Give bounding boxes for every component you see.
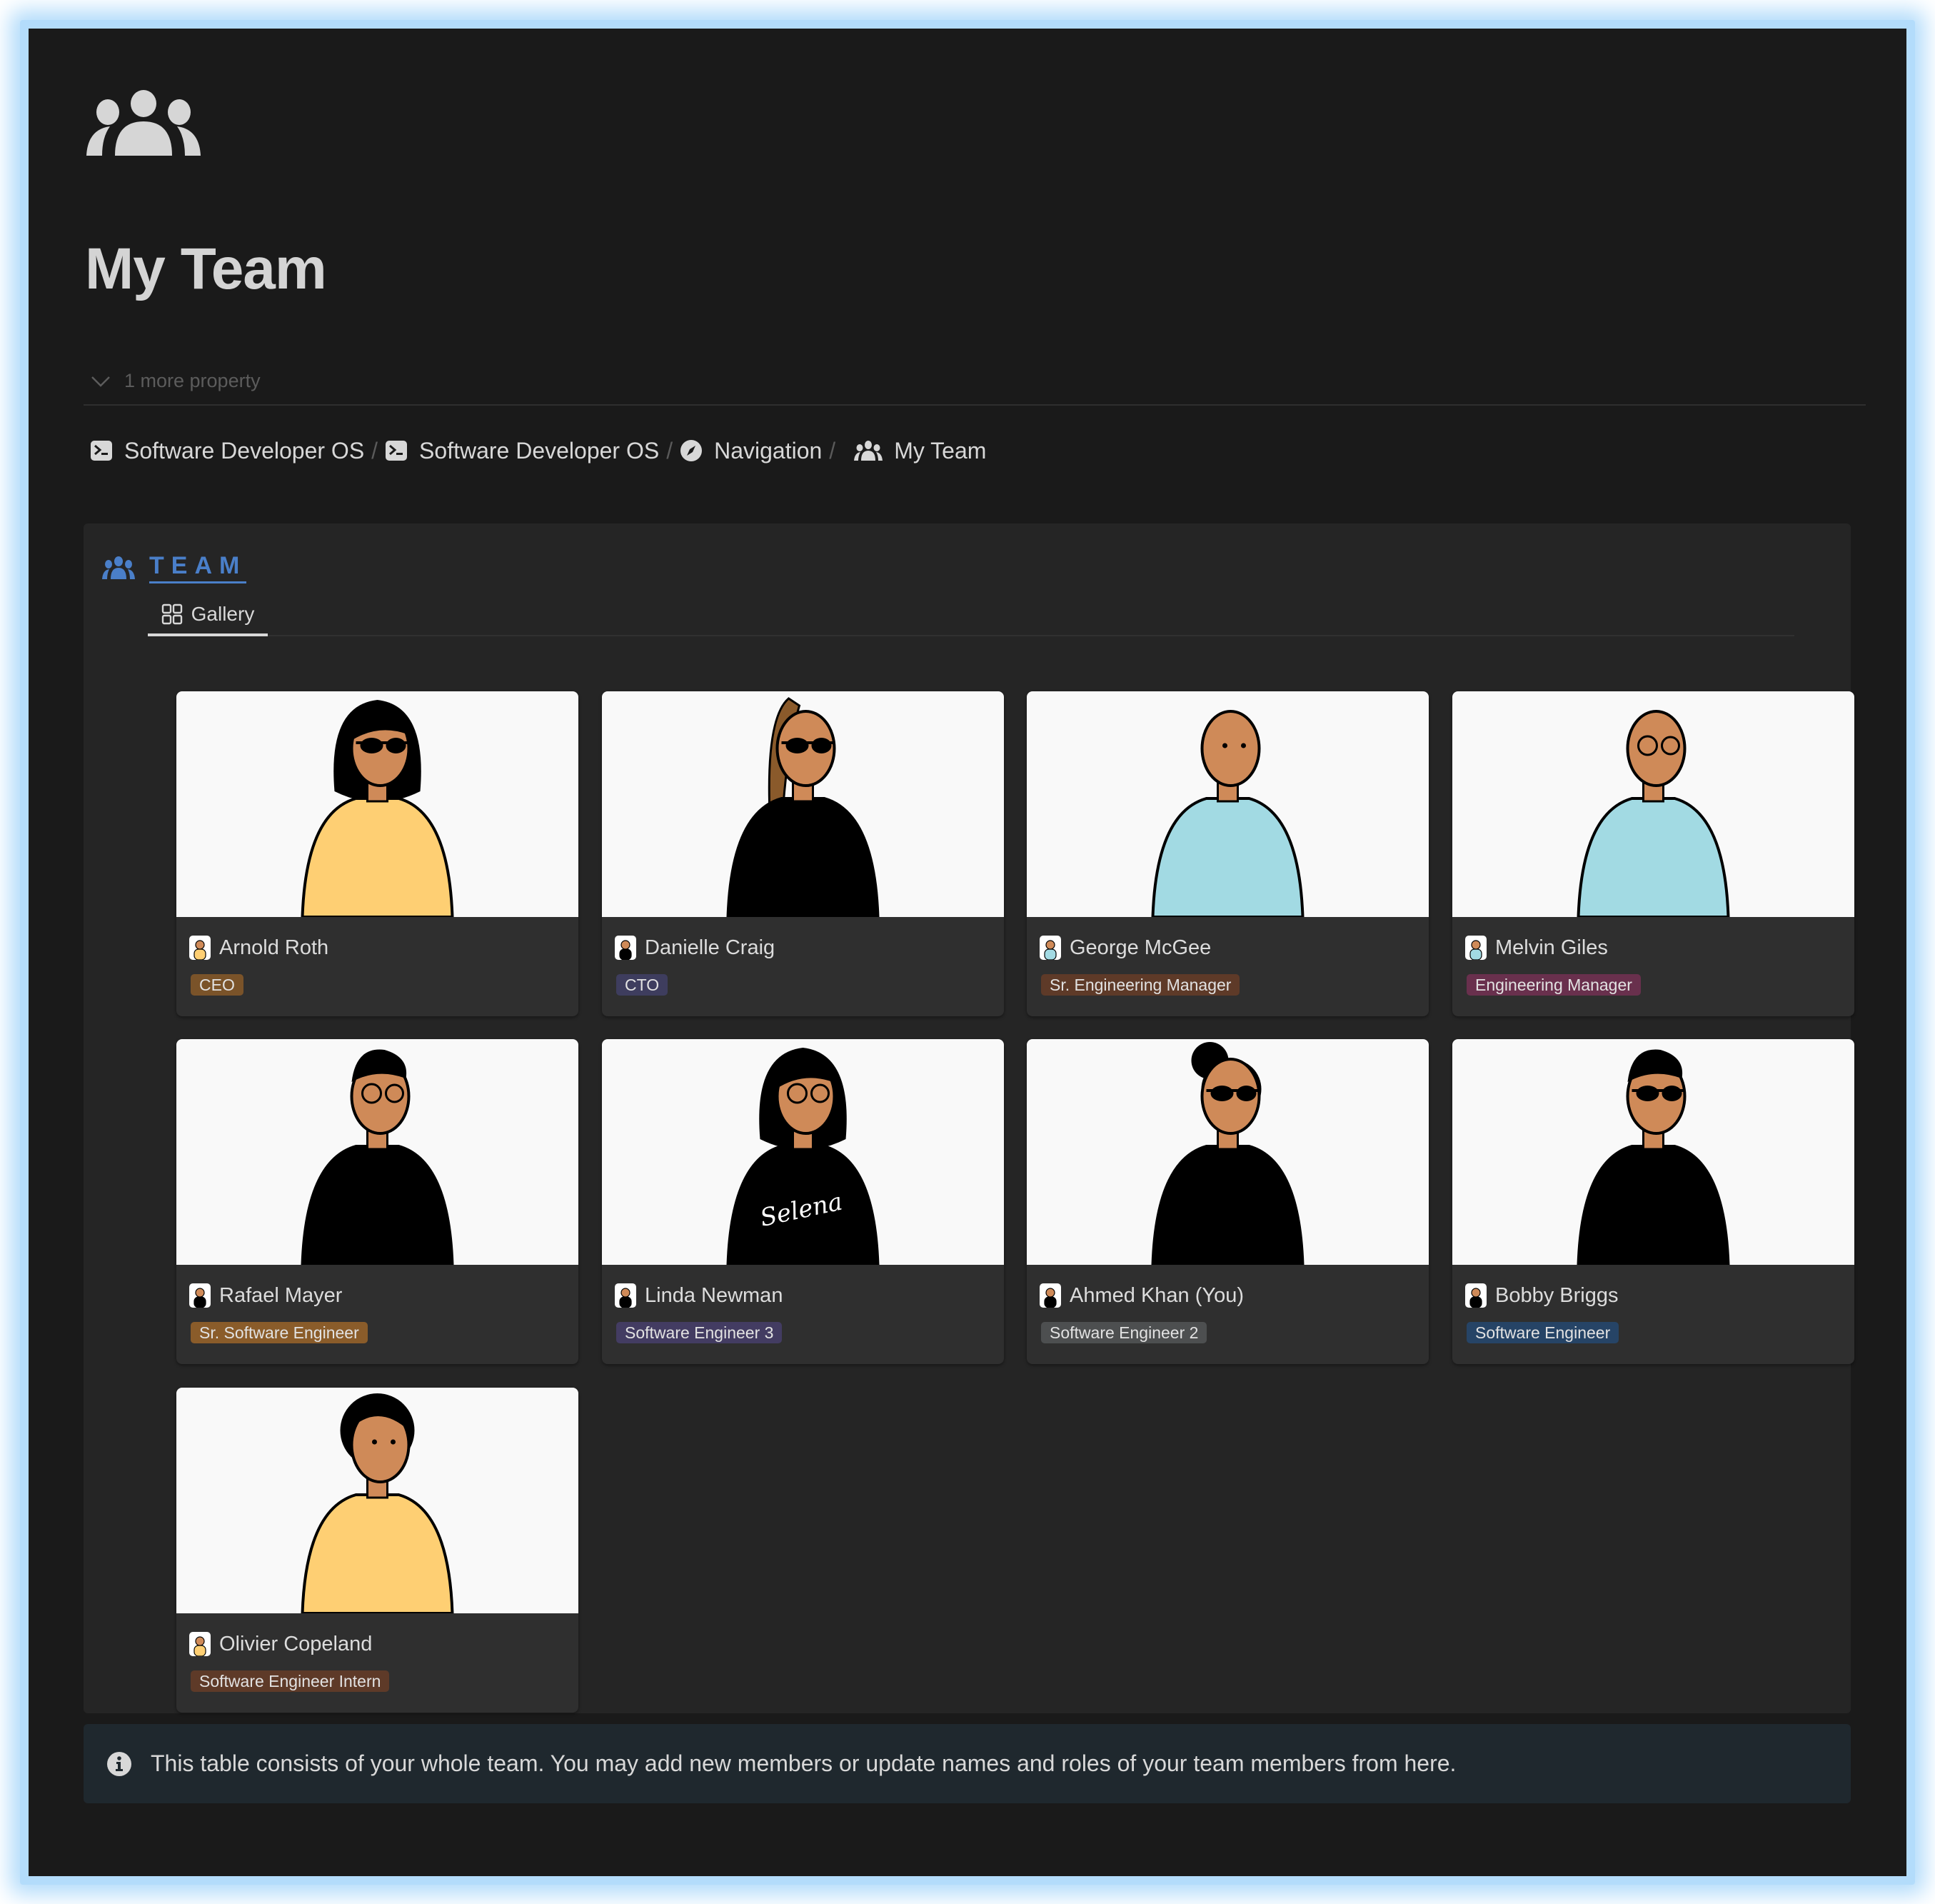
- avatar-icon: [189, 936, 211, 960]
- role-tag: Engineering Manager: [1467, 974, 1641, 996]
- breadcrumb-item-navigation[interactable]: Navigation: [680, 438, 822, 464]
- avatar-icon: [189, 1632, 211, 1656]
- card-cover-illustration: [176, 1388, 578, 1615]
- gallery-card[interactable]: Olivier Copeland Software Engineer Intern: [176, 1388, 578, 1713]
- gallery-grid-icon: [161, 603, 182, 625]
- card-cover-illustration: [176, 691, 578, 918]
- divider: [84, 404, 1866, 406]
- page-frame: My Team 1 more property Software Develop…: [29, 29, 1906, 1876]
- breadcrumb-label: My Team: [894, 437, 987, 464]
- breadcrumb-item-software-developer-os-2[interactable]: Software Developer OS: [385, 438, 659, 464]
- member-name: Melvin Giles: [1495, 936, 1608, 959]
- card-cover-illustration: Selena: [602, 1039, 1004, 1266]
- card-title: Ahmed Khan (You): [1040, 1283, 1244, 1308]
- role-tag: Software Engineer: [1467, 1322, 1619, 1343]
- breadcrumb-item-my-team[interactable]: My Team: [854, 438, 986, 464]
- card-cover-illustration: [1027, 1039, 1429, 1266]
- info-callout: This table consists of your whole team. …: [84, 1724, 1851, 1803]
- member-name: George McGee: [1070, 936, 1212, 959]
- database-header: TEAM: [102, 552, 247, 583]
- breadcrumb-label: Software Developer OS: [419, 437, 660, 464]
- member-name: Ahmed Khan (You): [1070, 1283, 1244, 1307]
- role-tag: CTO: [616, 974, 668, 996]
- gallery-card[interactable]: Bobby Briggs Software Engineer: [1452, 1039, 1854, 1364]
- card-title: George McGee: [1040, 936, 1211, 960]
- info-icon: [107, 1751, 131, 1776]
- card-title: Linda Newman: [615, 1283, 783, 1308]
- terminal-icon: [386, 441, 408, 461]
- role-tag: Software Engineer 2: [1041, 1322, 1207, 1343]
- card-title: Arnold Roth: [189, 936, 328, 960]
- role-tag: Software Engineer Intern: [191, 1670, 390, 1692]
- avatar-icon: [615, 936, 636, 960]
- tab-label: Gallery: [191, 603, 255, 625]
- breadcrumb: Software Developer OS / Software Develop…: [90, 433, 986, 469]
- more-properties-toggle[interactable]: 1 more property: [90, 370, 261, 392]
- card-cover-illustration: [1027, 691, 1429, 918]
- team-icon: [102, 556, 135, 579]
- page-title[interactable]: My Team: [85, 236, 327, 303]
- breadcrumb-separator: /: [829, 437, 836, 464]
- card-cover-illustration: [602, 691, 1004, 918]
- gallery-card[interactable]: George McGee Sr. Engineering Manager: [1027, 691, 1429, 1016]
- breadcrumb-item-software-developer-os[interactable]: Software Developer OS: [90, 438, 364, 464]
- gallery-card[interactable]: Danielle Craig CTO: [602, 691, 1004, 1016]
- member-name: Arnold Roth: [219, 936, 329, 959]
- breadcrumb-separator: /: [371, 437, 378, 464]
- card-title: Danielle Craig: [615, 936, 775, 960]
- member-name: Linda Newman: [645, 1283, 783, 1307]
- gallery-card[interactable]: Melvin Giles Engineering Manager: [1452, 691, 1854, 1016]
- view-tabs: Gallery: [148, 595, 1794, 636]
- team-database: TEAM Gallery Arnold Roth CEO Danielle Crai…: [84, 523, 1854, 1713]
- gallery-card[interactable]: Rafael Mayer Sr. Software Engineer: [176, 1039, 578, 1364]
- member-name: Danielle Craig: [645, 936, 775, 959]
- member-name: Olivier Copeland: [219, 1632, 373, 1655]
- card-title: Bobby Briggs: [1465, 1283, 1619, 1308]
- avatar-icon: [1040, 936, 1061, 960]
- member-name: Rafael Mayer: [219, 1283, 343, 1307]
- role-tag: Sr. Engineering Manager: [1041, 974, 1240, 996]
- member-name: Bobby Briggs: [1495, 1283, 1619, 1307]
- card-title: Olivier Copeland: [189, 1632, 372, 1656]
- gallery-card[interactable]: Arnold Roth CEO: [176, 691, 578, 1016]
- role-tag: Sr. Software Engineer: [191, 1322, 368, 1343]
- gallery-card[interactable]: Ahmed Khan (You) Software Engineer 2: [1027, 1039, 1429, 1364]
- role-tag: CEO: [191, 974, 243, 996]
- avatar-icon: [1040, 1283, 1061, 1308]
- avatar-icon: [615, 1283, 636, 1308]
- breadcrumb-label: Software Developer OS: [124, 437, 365, 464]
- tab-gallery[interactable]: Gallery: [148, 595, 268, 636]
- compass-icon: [680, 440, 703, 461]
- avatar-icon: [1465, 936, 1487, 960]
- role-tag: Software Engineer 3: [616, 1322, 783, 1343]
- breadcrumb-separator: /: [666, 437, 673, 464]
- terminal-icon: [91, 441, 112, 461]
- callout-text[interactable]: This table consists of your whole team. …: [151, 1750, 1456, 1777]
- card-cover-illustration: [176, 1039, 578, 1266]
- gallery-card[interactable]: Selena Linda Newman Software Engineer 3: [602, 1039, 1004, 1364]
- breadcrumb-label: Navigation: [714, 437, 823, 464]
- card-title: Rafael Mayer: [189, 1283, 342, 1308]
- card-title: Melvin Giles: [1465, 936, 1608, 960]
- avatar-icon: [1465, 1283, 1487, 1308]
- card-cover-illustration: [1452, 1039, 1854, 1266]
- team-icon: [854, 441, 883, 461]
- more-properties-label: 1 more property: [124, 370, 261, 391]
- card-cover-illustration: [1452, 691, 1854, 918]
- database-title[interactable]: TEAM: [149, 552, 247, 583]
- team-icon[interactable]: [86, 90, 201, 156]
- chevron-down-icon: [91, 376, 110, 387]
- avatar-icon: [189, 1283, 211, 1308]
